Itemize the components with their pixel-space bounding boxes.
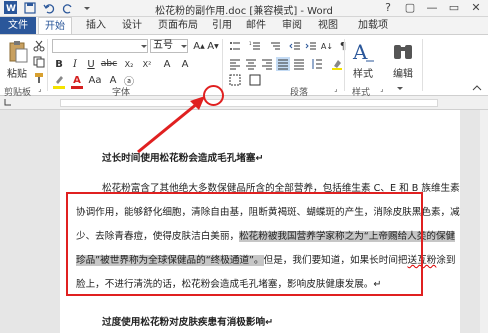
word-window: W 松花粉的副作用.doc [兼容模式] - Word ? ▢ — ▭ ✕ 文件… [0,0,488,333]
annotation-arrow [137,96,205,154]
